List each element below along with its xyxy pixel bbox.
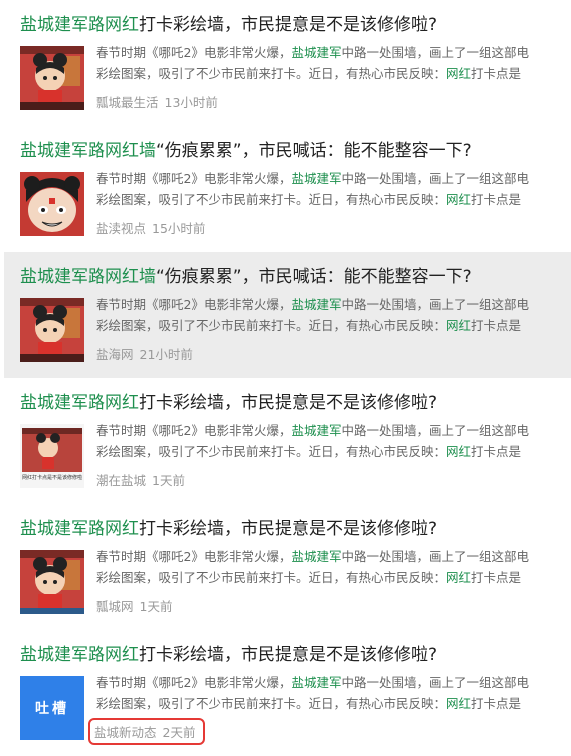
result-meta: 瓢城最生活 13小时前 [96, 92, 218, 111]
result-meta-annotated: 盐城新动态 2天前 [87, 718, 206, 745]
result-title-link[interactable]: 盐城建军路网红打卡彩绘墙，市民提意是不是该修修啦? [20, 518, 437, 540]
result-title-link[interactable]: 盐城建军路网红打卡彩绘墙，市民提意是不是该修修啦? [20, 392, 437, 414]
thumbnail-caption: 网红打卡点是不是该修修啦 [21, 475, 82, 481]
result-title-link[interactable]: 盐城建军路网红墙“伤痕累累”，市民喊话：能不能整容一下? [20, 140, 472, 162]
result-title-link[interactable]: 盐城建军路网红打卡彩绘墙，市民提意是不是该修修啦? [20, 14, 437, 36]
result-snippet: 春节时期《哪吒2》电影非常火爆，盐城建军中路一处围墙，画上了一组这部电 彩绘图案… [96, 423, 529, 459]
result-meta: 潮在盐城 1天前 [96, 470, 185, 489]
result-snippet: 春节时期《哪吒2》电影非常火爆，盐城建军中路一处围墙，画上了一组这部电 彩绘图案… [96, 675, 529, 711]
result-time: 1天前 [152, 473, 185, 488]
nezha-wall-thumbnail[interactable] [20, 298, 84, 362]
result-source: 瓢城网 [96, 599, 134, 614]
result-source: 盐城新动态 [94, 725, 157, 740]
search-result[interactable]: 盐城建军路网红打卡彩绘墙，市民提意是不是该修修啦? 吐槽 春节时期《哪吒2》电影… [4, 630, 571, 756]
result-meta: 盐渎视点 15小时前 [96, 218, 205, 237]
nezha-wall-thumbnail[interactable] [20, 550, 84, 614]
result-snippet: 春节时期《哪吒2》电影非常火爆，盐城建军中路一处围墙，画上了一组这部电 彩绘图案… [96, 297, 529, 333]
result-meta: 瓢城网 1天前 [96, 596, 172, 615]
search-result-hovered[interactable]: 盐城建军路网红墙“伤痕累累”，市民喊话：能不能整容一下? 春节时期《哪吒2》电影… [4, 252, 571, 378]
result-time: 13小时前 [164, 95, 218, 110]
search-result[interactable]: 盐城建军路网红墙“伤痕累累”，市民喊话：能不能整容一下? 春节时期《哪吒2》电影… [4, 126, 571, 252]
search-result[interactable]: 盐城建军路网红打卡彩绘墙，市民提意是不是该修修啦? 网红打卡点是不是该修修啦 春… [4, 378, 571, 504]
search-result[interactable]: 盐城建军路网红打卡彩绘墙，市民提意是不是该修修啦? 春节时期《哪吒2》电影非常火… [4, 0, 571, 126]
result-source: 盐渎视点 [96, 221, 147, 236]
result-title-link[interactable]: 盐城建军路网红墙“伤痕累累”，市民喊话：能不能整容一下? [20, 266, 472, 288]
tucao-app-icon[interactable]: 吐槽 [20, 676, 84, 740]
result-time: 21小时前 [139, 347, 193, 362]
result-meta: 盐海网 21小时前 [96, 344, 193, 363]
nezha-face-thumbnail[interactable] [20, 172, 84, 236]
result-time: 1天前 [139, 599, 173, 614]
result-snippet: 春节时期《哪吒2》电影非常火爆，盐城建军中路一处围墙，画上了一组这部电 彩绘图案… [96, 45, 529, 81]
result-source: 盐海网 [96, 347, 134, 362]
nezha-wall-screenshot-thumbnail[interactable]: 网红打卡点是不是该修修啦 [20, 424, 84, 488]
result-title-link[interactable]: 盐城建军路网红打卡彩绘墙，市民提意是不是该修修啦? [20, 644, 437, 666]
tucao-icon-label: 吐槽 [20, 676, 84, 740]
result-snippet: 春节时期《哪吒2》电影非常火爆，盐城建军中路一处围墙，画上了一组这部电 彩绘图案… [96, 549, 529, 585]
nezha-wall-thumbnail[interactable] [20, 46, 84, 110]
result-time: 15小时前 [152, 221, 206, 236]
search-result[interactable]: 盐城建军路网红打卡彩绘墙，市民提意是不是该修修啦? 春节时期《哪吒2》电影非常火… [4, 504, 571, 630]
result-source: 潮在盐城 [96, 473, 147, 488]
result-snippet: 春节时期《哪吒2》电影非常火爆，盐城建军中路一处围墙，画上了一组这部电 彩绘图案… [96, 171, 529, 207]
result-source: 瓢城最生活 [96, 95, 159, 110]
result-time: 2天前 [162, 725, 196, 740]
